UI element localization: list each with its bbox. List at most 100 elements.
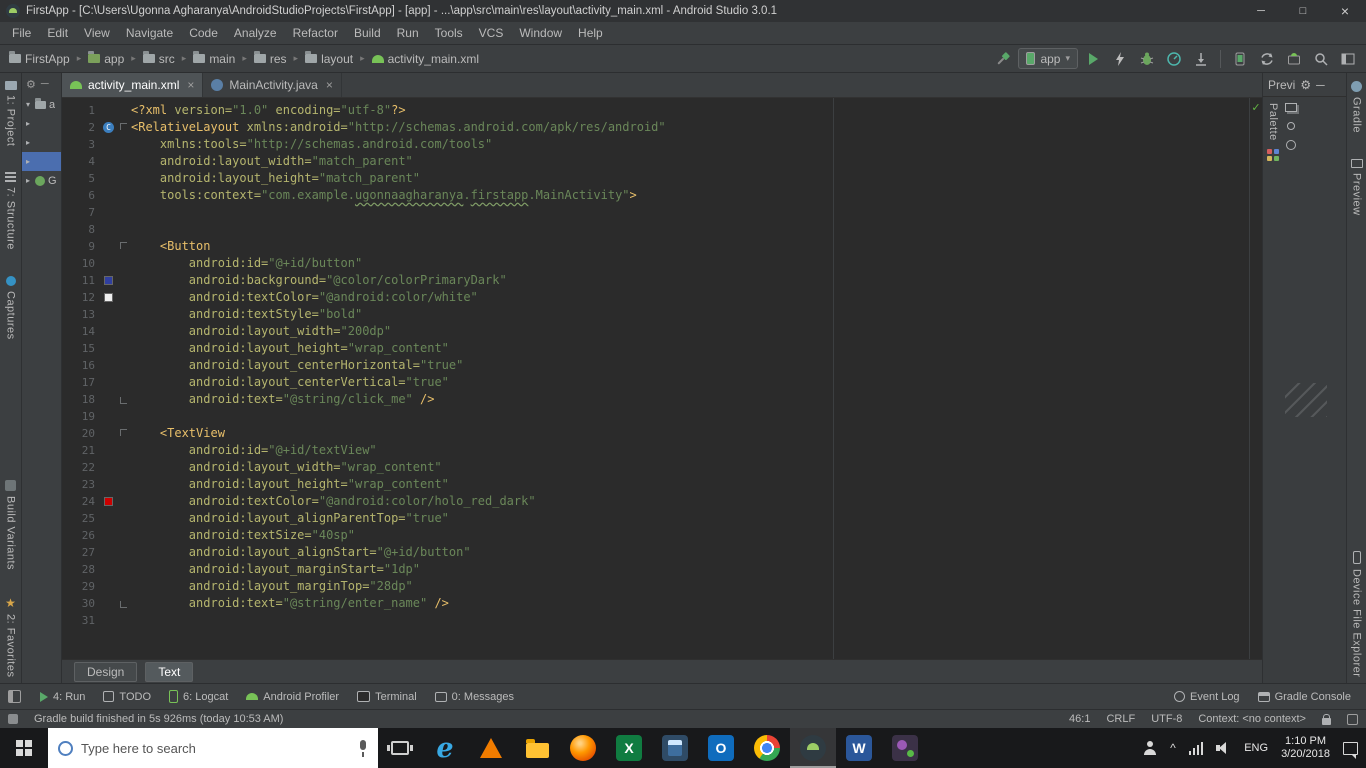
fold-end-icon[interactable] (120, 397, 127, 404)
code-line[interactable]: 21 android:id="@+id/textView" (62, 442, 1249, 459)
taskbar-excel[interactable]: X (606, 728, 652, 768)
menu-run[interactable]: Run (389, 22, 427, 45)
code-line[interactable]: 20 <TextView (62, 425, 1249, 442)
code-line[interactable]: 16 android:layout_centerHorizontal="true… (62, 357, 1249, 374)
code-line[interactable]: 28 android:layout_marginStart="1dp" (62, 561, 1249, 578)
tool-button-device-file-explorer[interactable]: Device File Explorer (1351, 550, 1363, 677)
fold-start-icon[interactable] (120, 429, 127, 436)
taskbar-word[interactable]: W (836, 728, 882, 768)
status-message[interactable]: Gradle build finished in 5s 926ms (today… (34, 713, 1053, 725)
close-tab-icon[interactable]: × (187, 78, 194, 92)
menu-view[interactable]: View (76, 22, 118, 45)
code-line[interactable]: 12 android:textColor="@android:color/whi… (62, 289, 1249, 306)
tool-button-captures[interactable]: Captures (5, 276, 17, 340)
taskbar-outlook[interactable]: O (698, 728, 744, 768)
code-line[interactable]: 25 android:layout_alignParentTop="true" (62, 510, 1249, 527)
taskbar-firefox[interactable] (560, 728, 606, 768)
tool-button-2-favorites[interactable]: ★ 2: Favorites (5, 597, 17, 677)
tool-button-4-run[interactable]: 4: Run (33, 687, 92, 706)
code-line[interactable]: 27 android:layout_alignStart="@+id/butto… (62, 544, 1249, 561)
code-line[interactable]: 1 <?xml version="1.0" encoding="utf-8"?> (62, 102, 1249, 119)
lock-icon[interactable] (1322, 713, 1331, 725)
task-view-button[interactable] (378, 728, 422, 768)
search-input[interactable] (81, 740, 350, 756)
code-line[interactable]: 2 C <RelativeLayout xmlns:android="http://… (62, 119, 1249, 136)
expand-open-icon[interactable]: ▾ (24, 100, 32, 109)
expand-closed-icon[interactable]: ▸ (24, 119, 32, 128)
color-swatch-icon[interactable] (104, 293, 113, 302)
caret-position[interactable]: 46:1 (1069, 713, 1090, 725)
breadcrumb-res[interactable]: res (251, 50, 290, 68)
menu-file[interactable]: File (4, 22, 39, 45)
code-line[interactable]: 19 (62, 408, 1249, 425)
tool-button-gradle-console[interactable]: Gradle Console (1251, 688, 1358, 706)
background-tasks-icon[interactable] (1347, 713, 1358, 725)
language-indicator[interactable]: ENG (1244, 742, 1268, 754)
code-line[interactable]: 9 <Button (62, 238, 1249, 255)
profiler-button[interactable] (1162, 47, 1186, 71)
menu-window[interactable]: Window (511, 22, 570, 45)
tool-button-gradle[interactable]: Gradle (1351, 81, 1363, 133)
tool-button-todo[interactable]: TODO (96, 687, 158, 706)
code-line[interactable]: 29 android:layout_marginTop="28dp" (62, 578, 1249, 595)
code-line[interactable]: 4 android:layout_width="match_parent" (62, 153, 1249, 170)
taskbar-calculator[interactable] (652, 728, 698, 768)
hide-panel-icon[interactable]: ─ (41, 78, 49, 90)
taskbar-dev-tool[interactable] (882, 728, 928, 768)
hide-panel-icon[interactable]: ─ (1316, 78, 1325, 92)
color-swatch-icon[interactable] (104, 497, 113, 506)
code-line[interactable]: 22 android:layout_width="wrap_content" (62, 459, 1249, 476)
inspection-status-icon[interactable]: ✓ (1251, 101, 1260, 114)
tool-button-0-messages[interactable]: 0: Messages (428, 687, 521, 706)
editor-mode-design[interactable]: Design (74, 661, 138, 682)
network-icon[interactable] (1188, 741, 1204, 755)
tool-button-terminal[interactable]: Terminal (350, 687, 424, 706)
volume-icon[interactable] (1216, 741, 1231, 755)
code-line[interactable]: 6 tools:context="com.example.ugonnaaghar… (62, 187, 1249, 204)
encoding-selector[interactable]: UTF-8 (1151, 713, 1182, 725)
fold-end-icon[interactable] (120, 601, 127, 608)
tab-mainactivity-java[interactable]: MainActivity.java × (203, 73, 342, 97)
menu-build[interactable]: Build (346, 22, 389, 45)
action-center-icon[interactable] (1343, 741, 1358, 759)
debug-button[interactable] (1135, 47, 1159, 71)
code-line[interactable]: 18 android:text="@string/click_me" /> (62, 391, 1249, 408)
avd-manager-icon[interactable] (1228, 47, 1252, 71)
breadcrumb-app[interactable]: app (85, 50, 127, 68)
tool-windows-icon[interactable] (1336, 47, 1360, 71)
menu-help[interactable]: Help (570, 22, 611, 45)
code-line[interactable]: 10 android:id="@+id/button" (62, 255, 1249, 272)
project-tree-row[interactable]: ▾ a (22, 95, 61, 114)
editor-mode-text[interactable]: Text (145, 661, 194, 682)
instant-run-icon[interactable] (1108, 47, 1132, 71)
menu-navigate[interactable]: Navigate (118, 22, 181, 45)
people-icon[interactable] (1143, 741, 1157, 755)
code-line[interactable]: 7 (62, 204, 1249, 221)
breadcrumb-activity-main-xml[interactable]: activity_main.xml (369, 50, 482, 68)
code-line[interactable]: 11 android:background="@color/colorPrima… (62, 272, 1249, 289)
tool-button-event-log[interactable]: Event Log (1167, 688, 1247, 706)
microphone-icon[interactable] (358, 739, 368, 757)
line-ending-selector[interactable]: CRLF (1106, 713, 1135, 725)
breadcrumb-main[interactable]: main (190, 50, 238, 68)
expand-closed-icon[interactable]: ▸ (24, 176, 32, 185)
breadcrumb-firstapp[interactable]: FirstApp (6, 50, 73, 68)
code-line[interactable]: 3 xmlns:tools="http://schemas.android.co… (62, 136, 1249, 153)
expand-closed-icon[interactable]: ▸ (24, 157, 32, 166)
project-tree-row[interactable]: ▸ (22, 152, 61, 171)
editor-scrollbar[interactable]: ✓ (1249, 98, 1262, 659)
errors-icon[interactable] (1286, 140, 1296, 150)
minimize-button[interactable]: ─ (1240, 0, 1282, 22)
pin-icon[interactable] (1287, 122, 1295, 130)
color-swatch-icon[interactable] (104, 276, 113, 285)
close-button[interactable]: × (1324, 0, 1366, 22)
code-line[interactable]: 30 android:text="@string/enter_name" /> (62, 595, 1249, 612)
tool-button-preview[interactable]: Preview (1350, 159, 1363, 216)
resize-grip-icon[interactable] (1285, 383, 1327, 417)
taskbar-edge[interactable]: e (422, 728, 468, 768)
tool-button-build-variants[interactable]: Build Variants (5, 480, 17, 571)
code-line[interactable]: 13 android:textStyle="bold" (62, 306, 1249, 323)
breadcrumb-layout[interactable]: layout (302, 50, 356, 68)
menu-vcs[interactable]: VCS (471, 22, 512, 45)
code-line[interactable]: 14 android:layout_width="200dp" (62, 323, 1249, 340)
